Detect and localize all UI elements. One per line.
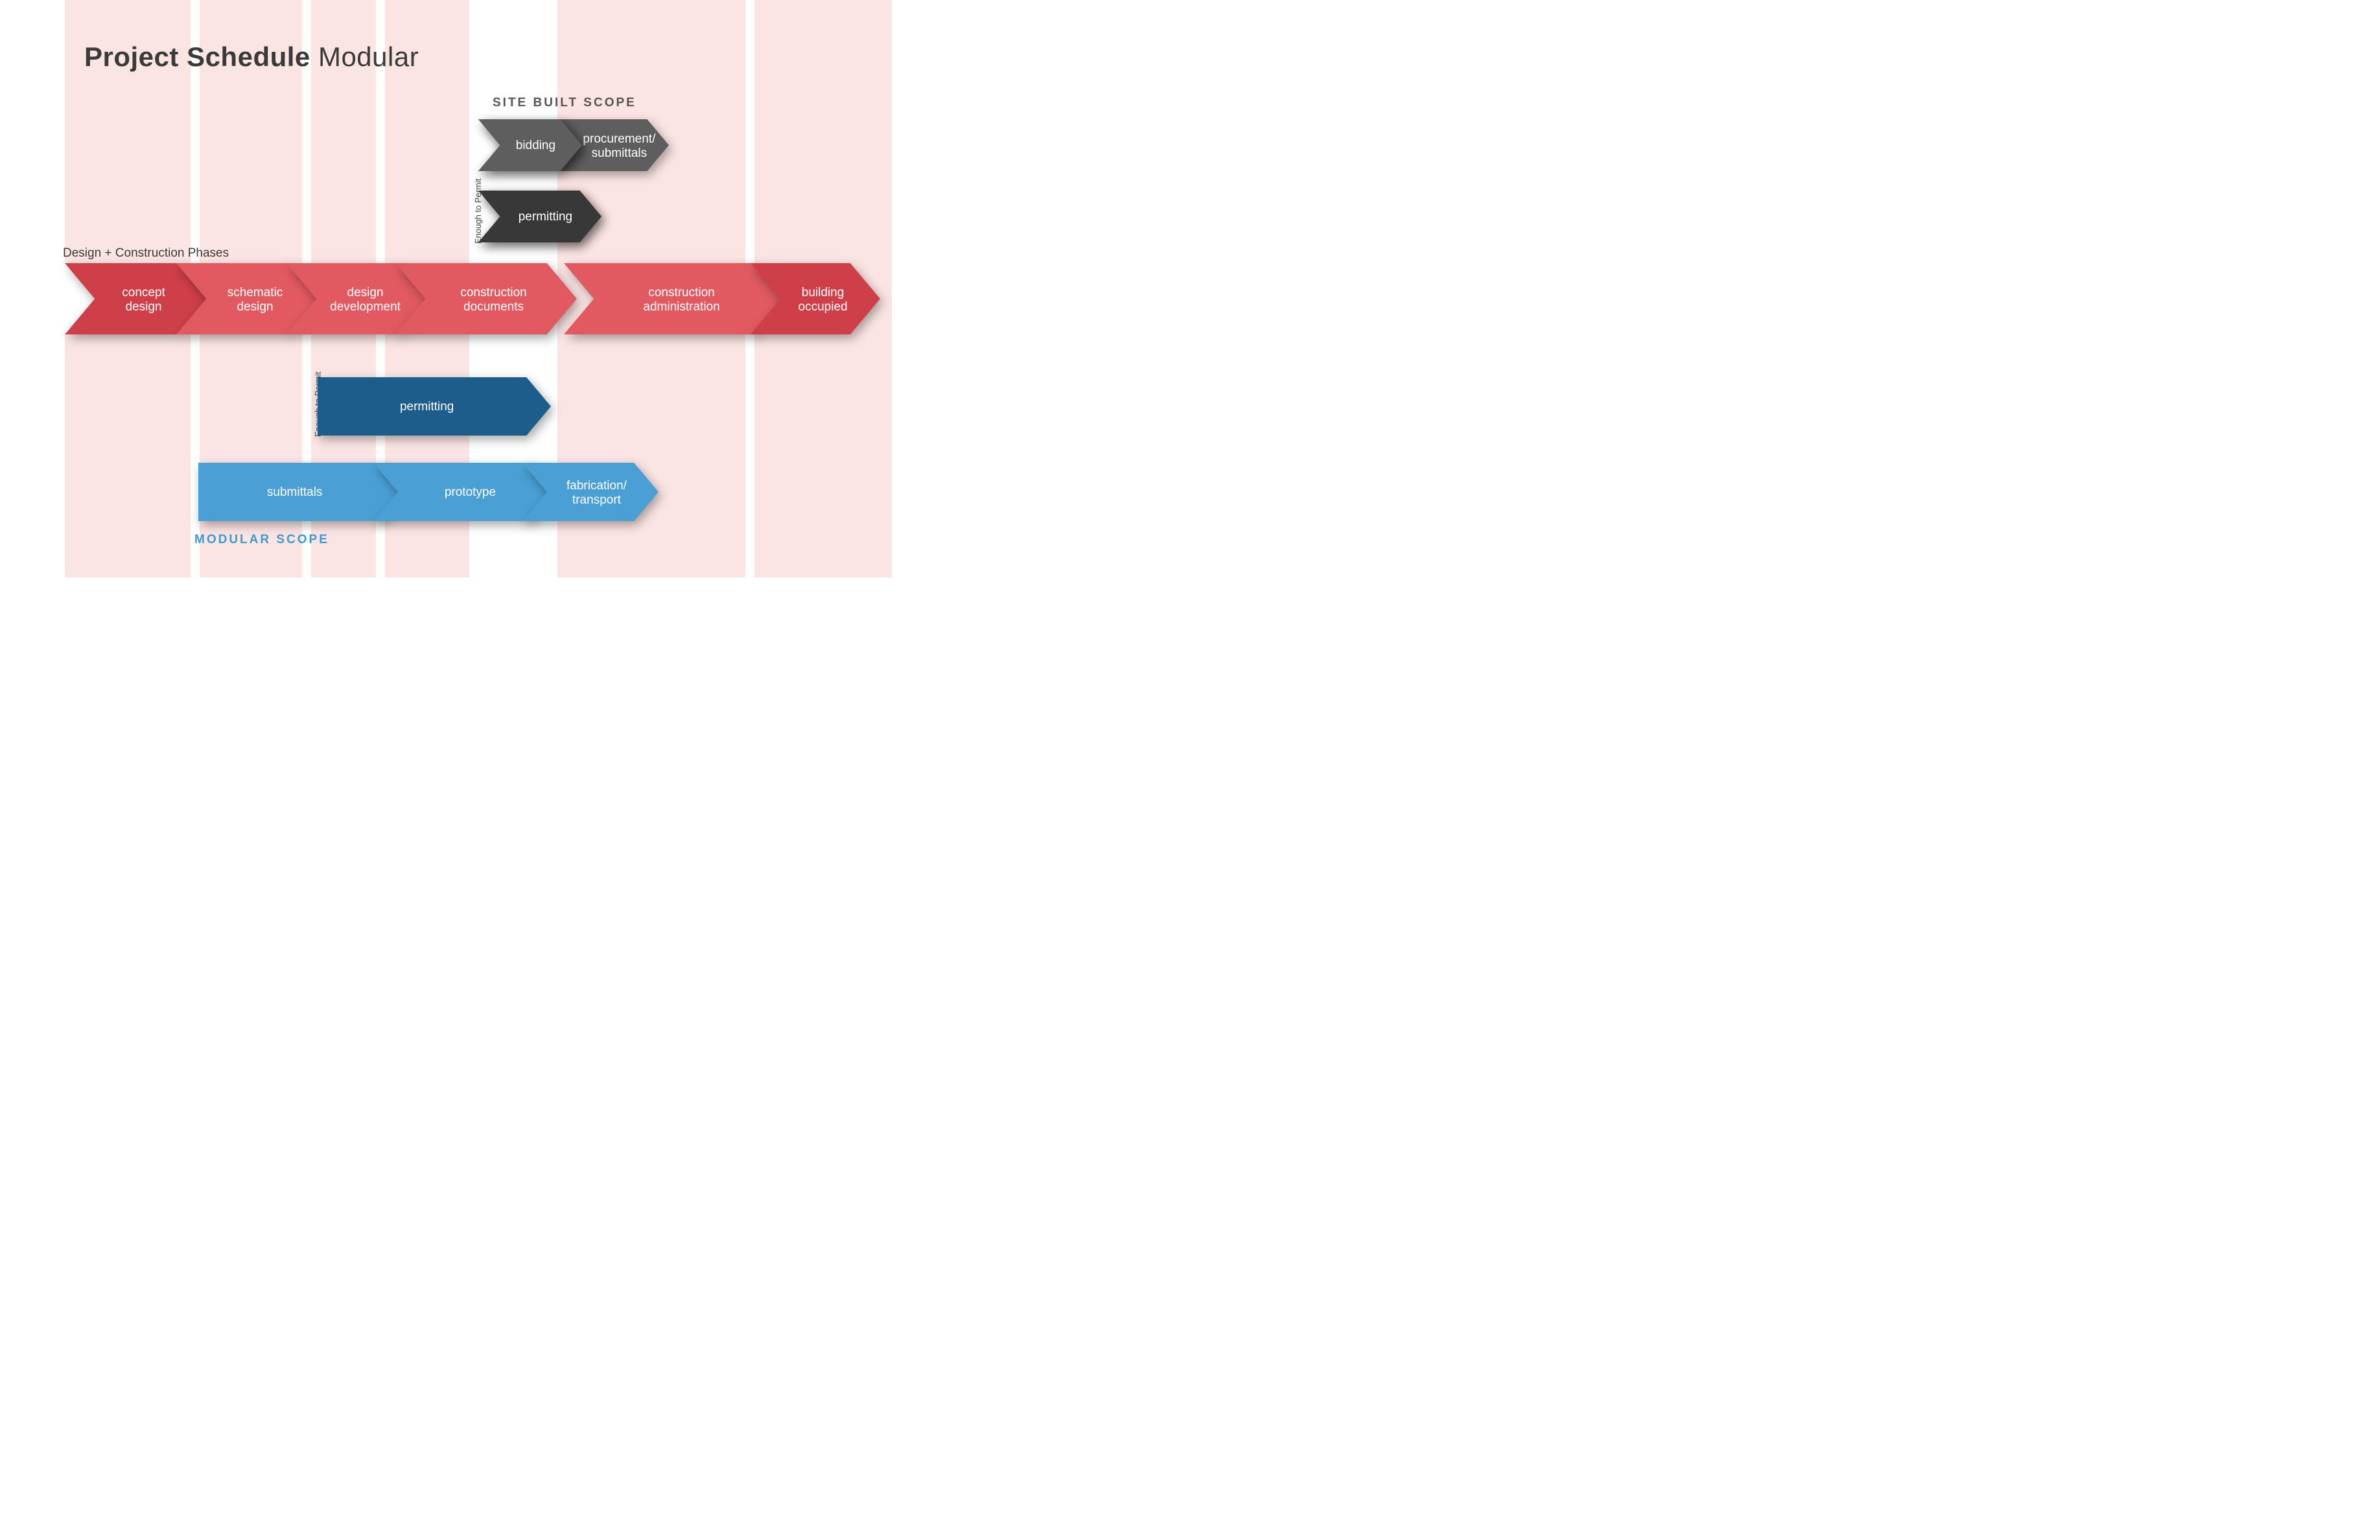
phase-occupied: buildingoccupied: [751, 263, 880, 334]
page-title: Project Schedule Modular: [84, 41, 419, 73]
section-label: Design + Construction Phases: [63, 246, 229, 261]
phase-permitting_mod: permitting: [318, 377, 551, 436]
scope-label-modular: MODULAR SCOPE: [194, 533, 329, 547]
svg-text:design: design: [237, 300, 274, 314]
title-bold: Project Schedule: [84, 41, 310, 72]
svg-text:administration: administration: [643, 300, 719, 314]
svg-text:design: design: [126, 300, 162, 314]
svg-text:submittals: submittals: [592, 146, 648, 160]
phase-const_docs: constructiondocuments: [395, 263, 577, 334]
svg-text:procurement/: procurement/: [583, 132, 656, 146]
svg-text:permitting: permitting: [519, 210, 572, 224]
scope-label-site-built: SITE BUILT SCOPE: [493, 96, 636, 110]
phase-bidding: bidding: [478, 119, 582, 171]
svg-text:development: development: [330, 300, 401, 314]
svg-text:bidding: bidding: [516, 139, 555, 152]
phase-permitting_site: permitting: [478, 191, 601, 242]
svg-text:occupied: occupied: [799, 300, 848, 314]
svg-text:submittals: submittals: [267, 485, 323, 499]
svg-text:concept: concept: [122, 286, 165, 299]
svg-text:transport: transport: [572, 493, 622, 507]
title-light: Modular: [318, 41, 419, 72]
svg-text:permitting: permitting: [400, 400, 454, 414]
svg-text:schematic: schematic: [228, 286, 283, 299]
svg-text:prototype: prototype: [445, 485, 496, 499]
svg-text:building: building: [802, 286, 845, 299]
svg-text:documents: documents: [463, 300, 524, 314]
svg-text:construction: construction: [460, 286, 526, 299]
svg-text:design: design: [347, 286, 384, 299]
svg-text:fabrication/: fabrication/: [566, 479, 627, 493]
svg-text:construction: construction: [648, 286, 714, 299]
phase-fabrication: fabrication/transport: [522, 463, 659, 521]
